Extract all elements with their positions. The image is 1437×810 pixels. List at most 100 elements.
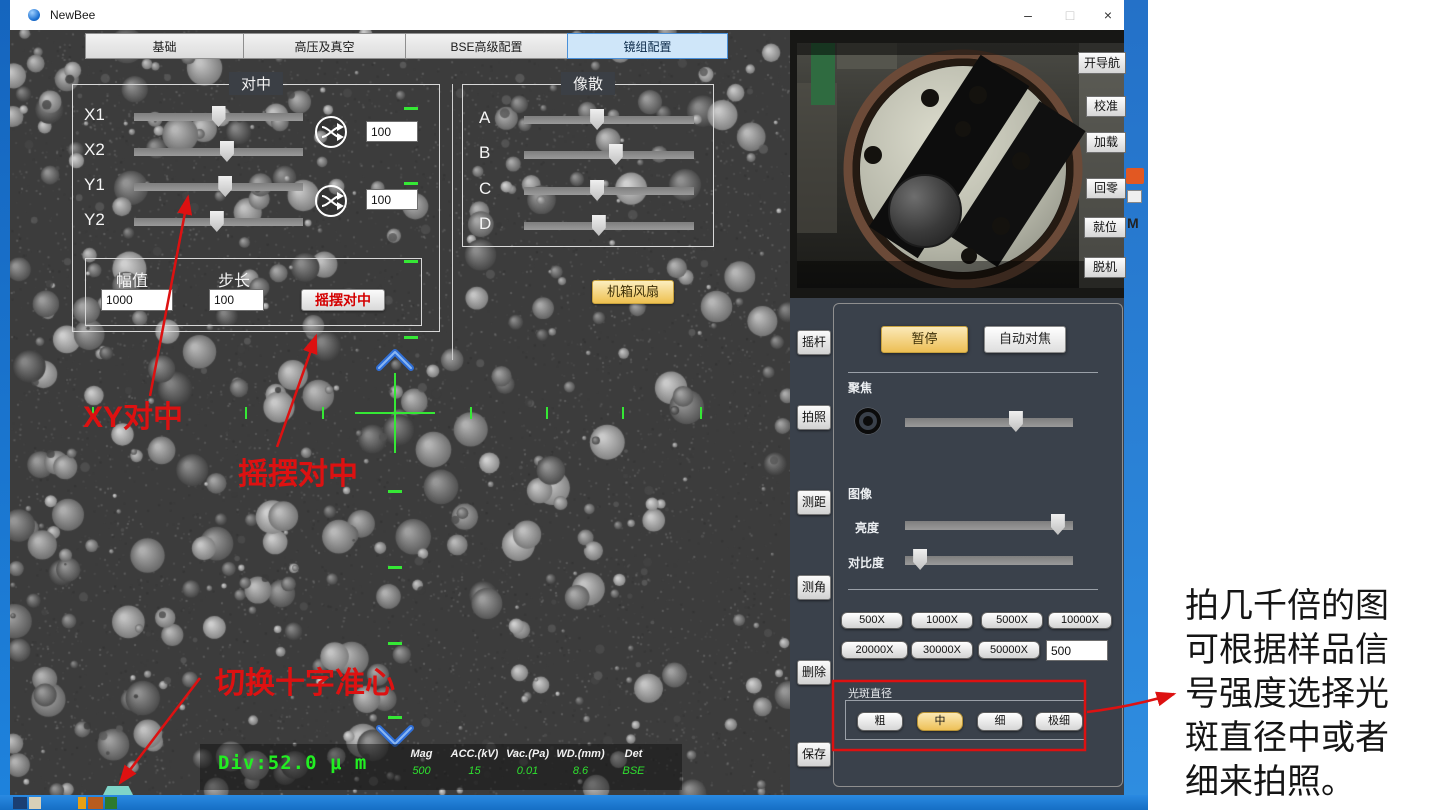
- tool-button-save[interactable]: 保存: [797, 742, 831, 767]
- window-title: NewBee: [50, 8, 95, 22]
- axis-tick: [404, 107, 418, 110]
- slider-a[interactable]: [524, 116, 694, 124]
- status-field-wd: WD.(mm)8.6: [554, 748, 607, 777]
- slider-label-d: D: [479, 214, 491, 234]
- taskbar-icon[interactable]: [78, 797, 86, 809]
- contrast-slider[interactable]: [905, 556, 1073, 565]
- maximize-button[interactable]: □: [1052, 0, 1088, 30]
- axis-tick: [388, 716, 402, 719]
- nav-button-in-position[interactable]: 就位: [1084, 217, 1126, 238]
- image-section-label: 图像: [848, 485, 872, 502]
- focus-slider[interactable]: [905, 418, 1073, 427]
- chassis-fan-button[interactable]: 机箱风扇: [592, 280, 674, 304]
- slider-x1[interactable]: [134, 113, 303, 121]
- wobble-y-icon[interactable]: [313, 183, 349, 219]
- wobble-centering-button[interactable]: 摇摆对中: [301, 289, 385, 311]
- status-field-vac: Vac.(Pa)0.01: [501, 748, 554, 777]
- slider-d-thumb[interactable]: [592, 215, 606, 236]
- status-field-acc: ACC.(kV)15: [448, 748, 501, 777]
- mag-button-30000x[interactable]: 30000X: [911, 641, 973, 659]
- tool-button-joystick[interactable]: 摇杆: [797, 330, 831, 355]
- tab-bse-advanced[interactable]: BSE高级配置: [405, 33, 567, 59]
- slider-a-thumb[interactable]: [590, 109, 604, 130]
- centering-x-value-input[interactable]: [366, 121, 418, 142]
- crosshair-toggle-widget[interactable]: [103, 786, 133, 795]
- mag-button-5000x[interactable]: 5000X: [981, 612, 1043, 629]
- spot-button-fine[interactable]: 细: [977, 712, 1023, 731]
- mag-button-500x[interactable]: 500X: [841, 612, 903, 629]
- taskbar-icon[interactable]: [13, 797, 27, 809]
- sem-viewport: 基础 高压及真空 BSE高级配置 镜组配置 对中 X1 X2 Y1 Y2: [10, 30, 790, 795]
- axis-tick: [388, 642, 402, 645]
- taskbar-icon[interactable]: [105, 797, 117, 809]
- spot-button-extra-fine[interactable]: 极细: [1035, 712, 1083, 731]
- desktop-screen: NewBee – □ × 基础 高压及真空 BSE高级配置 镜组配置 对中 X1…: [0, 0, 1437, 810]
- axis-tick: [404, 182, 418, 185]
- annotation-crosshair-toggle: 切换十字准心: [215, 658, 395, 702]
- centering-y-value-input[interactable]: [366, 189, 418, 210]
- slider-y2[interactable]: [134, 218, 303, 226]
- taskbar-icon[interactable]: [29, 797, 41, 809]
- slider-label-x1: X1: [84, 105, 105, 125]
- annotation-xy-centering: XY对中: [83, 392, 183, 436]
- slider-c[interactable]: [524, 187, 694, 195]
- taskbar[interactable]: [0, 795, 1148, 810]
- slider-b[interactable]: [524, 151, 694, 159]
- tool-button-photo[interactable]: 拍照: [797, 405, 831, 430]
- slider-x2-thumb[interactable]: [220, 141, 234, 162]
- nav-button-load[interactable]: 加载: [1086, 132, 1126, 153]
- right-region: 开导航 校准 加载 回零 就位 脱机 摇杆 拍照 测距 测角 删除 保存 暂停 …: [790, 30, 1124, 795]
- mag-button-1000x[interactable]: 1000X: [911, 612, 973, 629]
- mag-input[interactable]: [1046, 640, 1108, 661]
- amplitude-input[interactable]: [101, 289, 173, 311]
- axis-tick: [322, 407, 324, 419]
- mag-button-20000x[interactable]: 20000X: [841, 641, 908, 659]
- slider-y1-thumb[interactable]: [218, 176, 232, 197]
- slider-y1[interactable]: [134, 183, 303, 191]
- taskbar-icon[interactable]: [88, 797, 103, 809]
- tool-button-measure-distance[interactable]: 测距: [797, 490, 831, 515]
- axis-tick: [388, 566, 402, 569]
- pause-button[interactable]: 暂停: [881, 326, 968, 353]
- tool-button-measure-angle[interactable]: 测角: [797, 575, 831, 600]
- mag-button-50000x[interactable]: 50000X: [978, 641, 1040, 659]
- annotation-wobble-centering: 摇摆对中: [238, 449, 358, 493]
- slider-b-thumb[interactable]: [609, 144, 623, 165]
- wobble-x-icon[interactable]: [313, 114, 349, 150]
- mag-button-10000x[interactable]: 10000X: [1048, 612, 1112, 629]
- tab-lens-config[interactable]: 镜组配置: [567, 33, 728, 59]
- brightness-slider[interactable]: [905, 521, 1073, 530]
- scroll-up-icon[interactable]: [373, 348, 417, 374]
- amplitude-label: 幅值: [116, 267, 148, 291]
- tab-hv-vacuum[interactable]: 高压及真空: [243, 33, 405, 59]
- spot-button-medium[interactable]: 中: [917, 712, 963, 731]
- close-button[interactable]: ×: [1090, 0, 1126, 30]
- slider-x1-thumb[interactable]: [212, 106, 226, 127]
- tab-basic[interactable]: 基础: [85, 33, 243, 59]
- slider-d[interactable]: [524, 222, 694, 230]
- nav-button-offline[interactable]: 脱机: [1084, 257, 1126, 278]
- desktop-edge-band: [1124, 0, 1148, 795]
- slider-x2[interactable]: [134, 148, 303, 156]
- slider-y2-thumb[interactable]: [210, 211, 224, 232]
- spot-diameter-label: 光斑直径: [848, 685, 892, 701]
- slider-c-thumb[interactable]: [590, 180, 604, 201]
- minimize-button[interactable]: –: [1010, 0, 1046, 30]
- autofocus-button[interactable]: 自动对焦: [984, 326, 1066, 353]
- step-input[interactable]: [209, 289, 264, 311]
- status-field-mag: Mag500: [395, 748, 448, 777]
- desktop-icon-fragment: [1127, 190, 1142, 203]
- nav-button-calibrate[interactable]: 校准: [1086, 96, 1126, 117]
- axis-tick: [388, 490, 402, 493]
- tool-button-delete[interactable]: 删除: [797, 660, 831, 685]
- nav-button-zero[interactable]: 回零: [1086, 178, 1126, 199]
- nav-button-navigation[interactable]: 开导航: [1078, 52, 1126, 74]
- spot-button-coarse[interactable]: 粗: [857, 712, 903, 731]
- app-icon: [28, 9, 40, 21]
- slider-label-a: A: [479, 108, 490, 128]
- desktop-icon-letter: M: [1127, 215, 1139, 231]
- window-client-area: 基础 高压及真空 BSE高级配置 镜组配置 对中 X1 X2 Y1 Y2: [10, 30, 1124, 795]
- divider: [848, 589, 1098, 590]
- axis-tick: [546, 407, 548, 419]
- crosshair-vertical-arm: [394, 373, 396, 453]
